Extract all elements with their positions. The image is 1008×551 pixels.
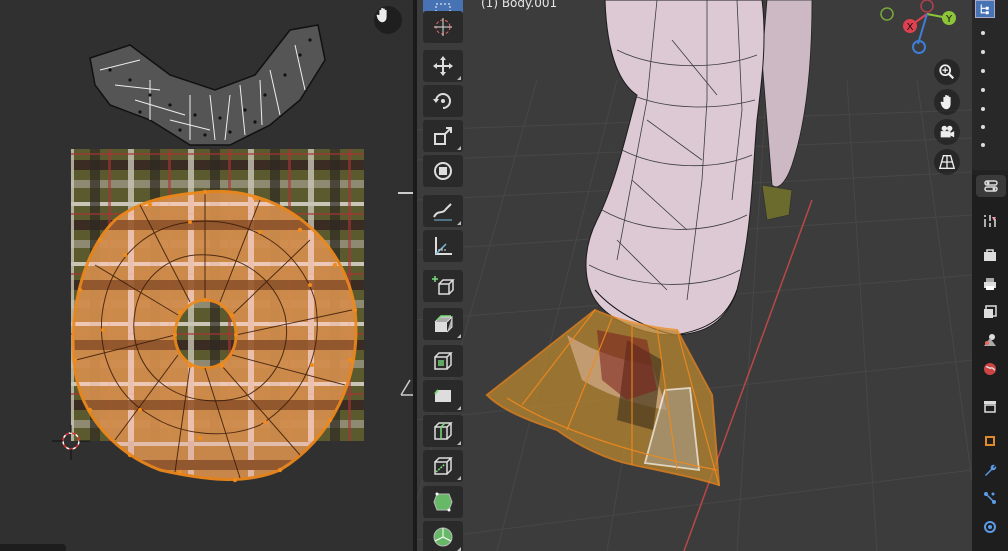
outliner-item-dot[interactable] — [981, 50, 985, 54]
add-cube-tool[interactable] — [423, 270, 463, 302]
bevel-icon — [434, 389, 451, 402]
tab-world[interactable] — [978, 357, 1002, 381]
tab-particles[interactable] — [978, 486, 1002, 510]
tab-physics[interactable] — [978, 515, 1002, 539]
tab-modifier[interactable] — [978, 458, 1002, 482]
navigation-gizmo[interactable]: X Y — [872, 0, 972, 60]
hand-pan-icon[interactable] — [374, 6, 402, 34]
cursor-tool[interactable] — [423, 11, 463, 43]
camera-icon[interactable] — [934, 119, 960, 145]
physics-icon — [984, 521, 996, 533]
loop-cut-tool[interactable] — [423, 415, 463, 447]
extrude-icon — [434, 315, 454, 333]
mesh-skirt-selected[interactable] — [485, 308, 721, 487]
cursor-icon — [434, 18, 452, 36]
particles-icon — [984, 492, 996, 504]
inset-icon — [434, 352, 453, 370]
output-icon — [984, 278, 996, 290]
rotate-tool[interactable] — [423, 85, 463, 117]
mesh-body[interactable] — [585, 0, 765, 336]
spin-tool[interactable] — [423, 521, 463, 551]
scale-tool[interactable] — [423, 120, 463, 152]
outliner-item-dot[interactable] — [981, 125, 985, 129]
tab-object[interactable] — [978, 429, 1002, 453]
rotate-icon — [433, 93, 451, 109]
knife-icon — [434, 457, 453, 475]
gizmo-y-label: Y — [945, 14, 953, 25]
uv-editor[interactable] — [0, 0, 413, 551]
grid-icon[interactable] — [934, 149, 960, 175]
properties-tabs — [972, 175, 1008, 551]
tab-output[interactable] — [978, 272, 1002, 296]
editor-bottom-tab[interactable] — [0, 544, 66, 551]
uv-canvas[interactable] — [0, 0, 413, 551]
world-icon — [984, 363, 996, 375]
poly-build-icon — [433, 492, 453, 512]
region-edge-marker — [400, 379, 413, 396]
add-cube-icon — [432, 276, 455, 295]
outliner-item-dot[interactable] — [981, 88, 985, 92]
tool-icon — [984, 215, 996, 227]
outliner-collapsed[interactable] — [972, 0, 1008, 170]
knife-tool[interactable] — [423, 450, 463, 482]
transform-tool[interactable] — [423, 155, 463, 187]
poly-build-tool[interactable] — [423, 486, 463, 518]
outliner-item-dot[interactable] — [981, 143, 985, 147]
properties-editor-icon — [984, 180, 998, 192]
collection-icon — [984, 401, 996, 413]
view-layer-icon — [984, 305, 997, 318]
tab-scene[interactable] — [978, 328, 1002, 352]
render-icon — [984, 249, 996, 261]
move-tool[interactable] — [423, 50, 463, 82]
loop-cut-icon — [434, 422, 453, 440]
outliner-display-mode-button[interactable] — [975, 0, 995, 18]
move-icon — [433, 56, 453, 76]
tab-collection[interactable] — [978, 394, 1002, 418]
tab-render[interactable] — [978, 244, 1002, 268]
scene-icon — [984, 334, 996, 346]
properties-editor-type-button[interactable] — [976, 175, 1006, 197]
zoom-icon[interactable] — [934, 59, 960, 85]
tab-tool[interactable] — [978, 209, 1002, 233]
hand-pan-icon[interactable] — [934, 89, 960, 115]
outliner-item-dot[interactable] — [981, 107, 985, 111]
gizmo-x-label: X — [907, 22, 914, 33]
modifier-icon — [985, 464, 997, 476]
object-label: (1) Body.001 — [481, 0, 558, 10]
mesh-back-leg[interactable] — [761, 0, 813, 221]
3d-viewport[interactable]: (1) Body.001 X Y — [417, 0, 972, 551]
uv-island-collar[interactable] — [89, 24, 326, 146]
viewport-scene[interactable] — [417, 0, 972, 551]
measure-icon — [435, 237, 452, 255]
tab-view-layer[interactable] — [978, 300, 1002, 324]
annotate-tool[interactable] — [423, 195, 463, 227]
outliner-item-dot[interactable] — [981, 69, 985, 73]
outliner-hierarchy-icon — [980, 4, 989, 15]
annotate-icon — [433, 203, 452, 221]
bevel-tool[interactable] — [423, 380, 463, 412]
object-icon — [985, 436, 995, 446]
transform-icon — [434, 162, 452, 180]
scale-icon — [434, 127, 452, 145]
extrude-tool[interactable] — [423, 308, 463, 340]
spin-icon — [433, 527, 453, 547]
measure-tool[interactable] — [423, 230, 463, 262]
inset-tool[interactable] — [423, 345, 463, 377]
outliner-item-dot[interactable] — [981, 31, 985, 35]
